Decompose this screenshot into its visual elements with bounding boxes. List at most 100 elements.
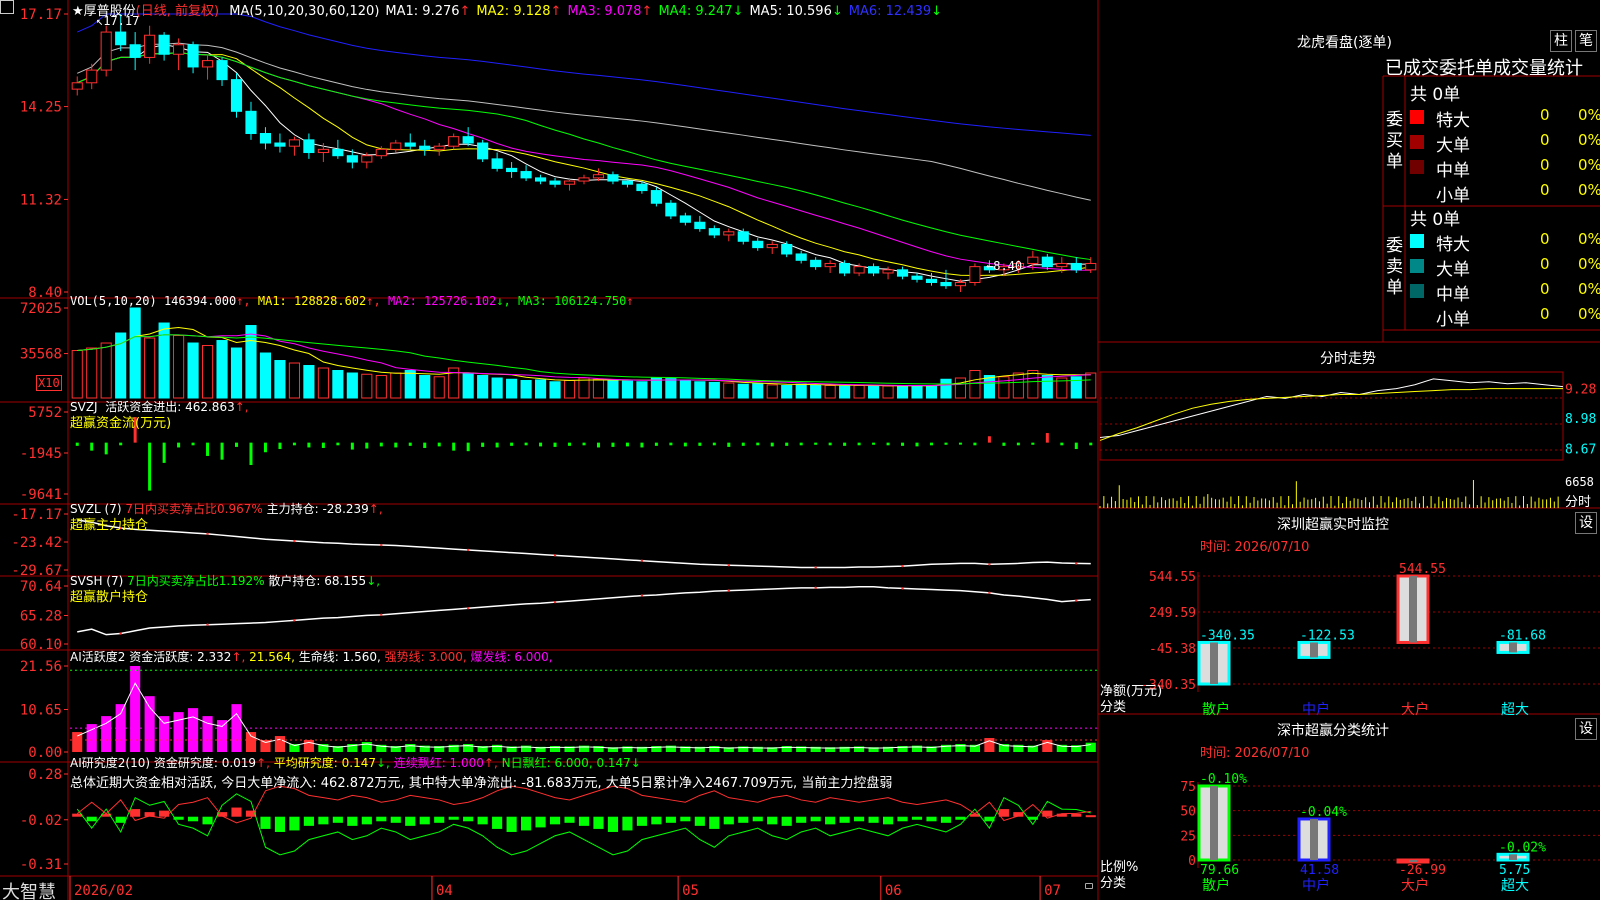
candle-body [245,110,257,135]
timeshare-title[interactable]: 分时走势 [1320,348,1376,368]
candle-body [71,82,83,90]
svzl-tick-label: -29.67 [11,563,62,579]
volume-bar [983,375,995,399]
fund-flow-bar [987,436,991,443]
candle-body [665,202,677,217]
candle-body [216,60,228,81]
fund-flow-bar [915,442,919,447]
ma-trend-arrow: ↑ [550,4,562,19]
buy-row-name: 大单 [1436,136,1470,156]
volume-bar [839,385,851,399]
research-bar [535,816,546,828]
ma-line-3 [77,52,1091,271]
research-bar [115,816,126,823]
svzj-tick-label: -1945 [20,446,62,462]
research-bar [318,816,329,825]
pen-mode-button[interactable]: 笔 [1575,30,1597,52]
candle-body [607,174,619,182]
svzl-tick-label: -23.42 [11,535,62,551]
candle-body [896,269,909,277]
timeshare-axis-label: 9.28 [1565,383,1596,398]
dragon-title: 龙虎看盘(逐单) [1297,35,1392,51]
monitor-axis-label: 544.55 [1149,570,1196,585]
candle-body [173,44,185,55]
fund-flow-bar [524,442,528,446]
research-bar [549,816,561,825]
svzl-dot [640,559,644,562]
candle-body [129,44,141,58]
candle-body [462,136,474,144]
menu-square-icon[interactable] [0,0,14,14]
research-bar [796,816,807,823]
research-bar [825,816,836,825]
dragon-subtitle: 已成交委托单成交量统计 [1385,58,1583,79]
classify-settings-button[interactable]: 设 [1575,718,1597,740]
classify-class-label: 分类 [1100,876,1127,891]
fund-flow-bar [394,442,398,448]
ai1-tick-label: 21.56 [20,659,62,675]
ma-line-4 [77,52,1091,261]
bar-mode-button[interactable]: 柱 [1550,30,1572,52]
monitor-bar-shade [1509,642,1517,653]
classify-category-label: 大户 [1401,877,1429,894]
sell-row-pct: 0% [1578,230,1600,248]
fund-flow-bar [1045,433,1049,443]
favorite-star-icon[interactable]: ★ [72,4,84,19]
activity-line [77,682,1091,749]
buy-total: 共 0单 [1410,85,1461,105]
research-bar [709,816,720,829]
research-bar [651,816,662,825]
buy-row-name: 特大 [1436,111,1470,131]
volume-bar [578,377,590,399]
sell-row-count: 0 [1540,230,1550,248]
monitor-settings-button[interactable]: 设 [1575,512,1597,534]
fund-flow-bar [1060,442,1064,446]
activity-bar [274,736,286,752]
research-bar [926,816,937,822]
fund-flow-bar [495,442,499,448]
research-bar [593,816,604,829]
volume-ma-line [77,334,1091,385]
research-bar [376,816,387,822]
svsh-tick-label: 65.28 [20,608,62,624]
fund-flow-bar [814,442,818,445]
svzl-subtitle: 超赢主力持仓 [70,518,149,533]
ma-legend-item: MA6: 12.439 [848,4,932,19]
svsh-tick-label: 60.10 [20,637,62,653]
price-tick-label: 17.17 [20,7,62,23]
monitor-time: 时间: 2026/07/10 [1200,540,1310,555]
volume-bar [129,307,141,399]
svsh-dot [727,589,730,592]
sell-total: 共 0单 [1410,210,1461,230]
sell-row-swatch [1410,284,1424,298]
fund-flow-bar [958,442,962,445]
buy-row-count: 0 [1540,181,1550,199]
svsh-dot [553,600,557,604]
classify-bar-shade [1310,818,1318,860]
period-label[interactable]: (日线, 前复权) [136,4,219,19]
ai2-tick-label: -0.31 [20,857,62,873]
fund-flow-bar [249,442,253,466]
volume-bar [1027,370,1039,399]
candle-body [274,142,286,147]
classify-ratio-label: 41.58 [1300,863,1339,878]
classify-ratio-label: 79.66 [1200,863,1239,878]
candle-body [563,180,576,185]
fund-flow-bar [206,442,210,456]
sell-row-pct: 0% [1578,255,1600,273]
timeshare-price-line [1099,378,1564,439]
svsh-dot [380,613,383,617]
lock-icon[interactable] [1085,883,1093,889]
monitor-value-label: 544.55 [1399,562,1446,577]
classify-title: 深市超赢分类统计 [1277,723,1389,739]
activity-bar [159,716,170,752]
buy-row-pct: 0% [1578,131,1600,149]
volume-bar [187,342,199,399]
fund-flow-bar [886,442,890,446]
research-bar [274,816,286,832]
candle-body [477,142,489,160]
research-bar [854,816,865,822]
svzl-dot [727,564,730,567]
svzl-dot [814,566,817,569]
classify-axis-label: 25 [1180,829,1196,844]
